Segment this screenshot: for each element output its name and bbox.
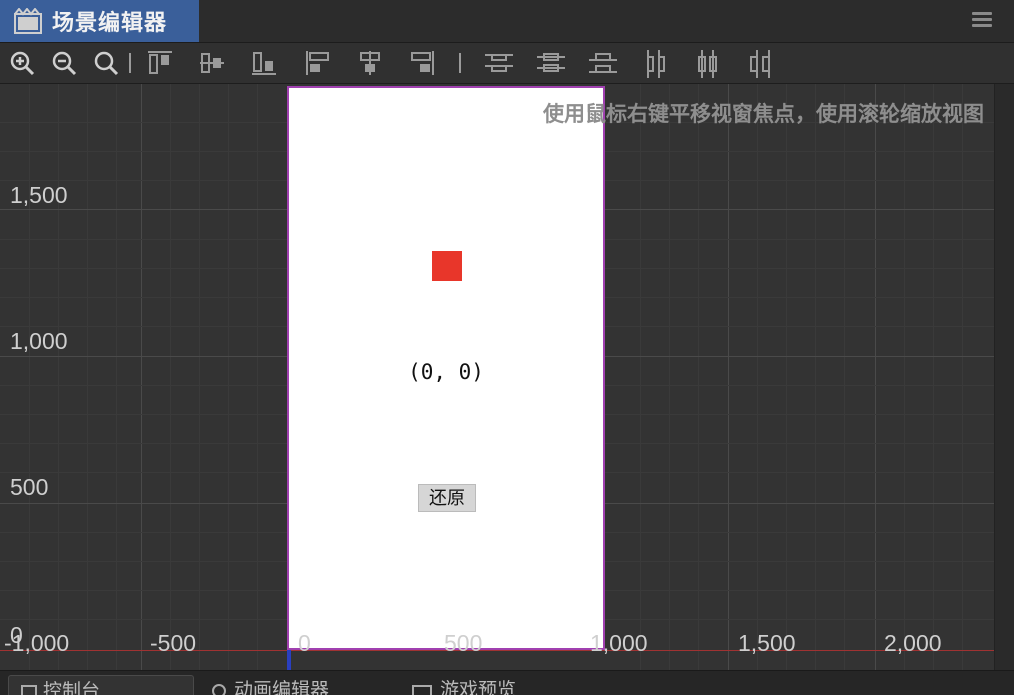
distribute-hcenter-button[interactable] bbox=[694, 49, 722, 78]
viewport-hint: 使用鼠标右键平移视窗焦点，使用滚轮缩放视图 bbox=[543, 103, 984, 126]
scene-editor-tab[interactable]: 场景编辑器 bbox=[0, 0, 199, 42]
grid-line-major bbox=[728, 84, 729, 670]
toolbar bbox=[0, 43, 1014, 84]
toolbar-separator bbox=[129, 53, 131, 73]
distribute-top-icon bbox=[485, 54, 513, 72]
grid-line bbox=[815, 84, 816, 670]
grid-line bbox=[698, 84, 699, 670]
align-left-icon bbox=[306, 51, 329, 75]
grid-line bbox=[844, 84, 845, 670]
design-canvas[interactable]: (0, 0) 还原 bbox=[287, 86, 605, 650]
align-vcenter-icon bbox=[200, 53, 224, 73]
toolbar-separator bbox=[459, 53, 461, 73]
distribute-vcenter-button[interactable] bbox=[536, 49, 565, 77]
align-hcenter-button[interactable] bbox=[356, 49, 384, 77]
red-square-sprite[interactable] bbox=[432, 251, 462, 281]
grid-line bbox=[29, 84, 30, 670]
tab-animation-label: 动画编辑器 bbox=[234, 680, 330, 695]
x-axis-label: -500 bbox=[150, 630, 197, 656]
animation-icon bbox=[212, 683, 226, 695]
console-icon bbox=[21, 684, 37, 695]
tab-animation-editor[interactable]: 动画编辑器 bbox=[212, 675, 329, 695]
panel-menu-icon[interactable] bbox=[972, 12, 992, 30]
title-bar: 场景编辑器 bbox=[0, 0, 1014, 43]
scene-viewport[interactable]: 1,500 1,000 500 0 (0, 0) 还原 -1,000 -500 … bbox=[0, 84, 994, 670]
preview-icon bbox=[412, 684, 432, 695]
align-top-icon bbox=[148, 51, 172, 74]
grid-line bbox=[757, 84, 758, 670]
grid-line bbox=[257, 84, 258, 670]
distribute-right-icon bbox=[750, 50, 770, 78]
distribute-top-button[interactable] bbox=[484, 49, 513, 77]
zoom-in-button[interactable] bbox=[8, 49, 36, 77]
align-hcenter-icon bbox=[360, 51, 380, 75]
x-axis-label: 1,000 bbox=[590, 630, 648, 656]
tab-console-label: 控制台 bbox=[43, 681, 101, 695]
distribute-right-button[interactable] bbox=[746, 49, 774, 78]
grid-line bbox=[640, 84, 641, 670]
zoom-out-icon bbox=[52, 51, 77, 76]
x-axis-label: 500 bbox=[444, 630, 483, 656]
align-top-button[interactable] bbox=[146, 49, 174, 77]
grid-line bbox=[962, 84, 963, 670]
distribute-left-icon bbox=[647, 50, 665, 78]
coordinate-label: (0, 0) bbox=[408, 360, 484, 384]
grid-line bbox=[199, 84, 200, 670]
grid-line bbox=[904, 84, 905, 670]
x-axis-label: 2,000 bbox=[884, 630, 942, 656]
x-axis-label: -1,000 bbox=[4, 630, 70, 656]
distribute-bottom-button[interactable] bbox=[588, 49, 617, 77]
distribute-bottom-icon bbox=[589, 53, 617, 73]
distribute-hcenter-icon bbox=[698, 50, 717, 78]
align-right-icon bbox=[411, 51, 434, 75]
align-vcenter-button[interactable] bbox=[198, 49, 226, 77]
grid-line-major bbox=[875, 84, 876, 670]
y-axis-label: 1,500 bbox=[10, 182, 68, 208]
y-axis-label: 500 bbox=[10, 474, 49, 500]
grid-line bbox=[116, 84, 117, 670]
distribute-vcenter-icon bbox=[537, 53, 565, 72]
zoom-out-button[interactable] bbox=[50, 49, 78, 77]
grid-line bbox=[933, 84, 934, 670]
align-left-button[interactable] bbox=[304, 49, 332, 77]
scene-editor-title: 场景编辑器 bbox=[52, 10, 168, 35]
grid-line bbox=[669, 84, 670, 670]
y-axis-label: 1,000 bbox=[10, 328, 68, 354]
align-bottom-button[interactable] bbox=[250, 49, 278, 77]
grid-line bbox=[170, 84, 171, 670]
zoom-in-icon bbox=[10, 51, 35, 76]
x-axis-label: 1,500 bbox=[738, 630, 796, 656]
grid-line bbox=[58, 84, 59, 670]
restore-button[interactable]: 还原 bbox=[418, 484, 476, 512]
grid-line bbox=[228, 84, 229, 670]
tab-game-preview[interactable]: 游戏预览 bbox=[412, 675, 516, 695]
grid-line-major bbox=[141, 84, 142, 670]
zoom-reset-icon bbox=[94, 51, 119, 76]
zoom-reset-button[interactable] bbox=[92, 49, 120, 77]
distribute-left-button[interactable] bbox=[642, 49, 670, 78]
vertical-scrollbar[interactable] bbox=[994, 84, 1014, 670]
scene-editor-icon bbox=[14, 7, 42, 34]
align-right-button[interactable] bbox=[408, 49, 436, 77]
x-axis-label: 0 bbox=[298, 630, 311, 656]
bottom-tab-bar: 控制台 动画编辑器 游戏预览 bbox=[0, 670, 1014, 695]
grid-line bbox=[786, 84, 787, 670]
align-bottom-icon bbox=[252, 52, 276, 75]
y-axis-marker bbox=[287, 650, 291, 670]
grid-line bbox=[87, 84, 88, 670]
tab-console[interactable]: 控制台 bbox=[8, 675, 194, 695]
tab-preview-label: 游戏预览 bbox=[440, 680, 517, 695]
